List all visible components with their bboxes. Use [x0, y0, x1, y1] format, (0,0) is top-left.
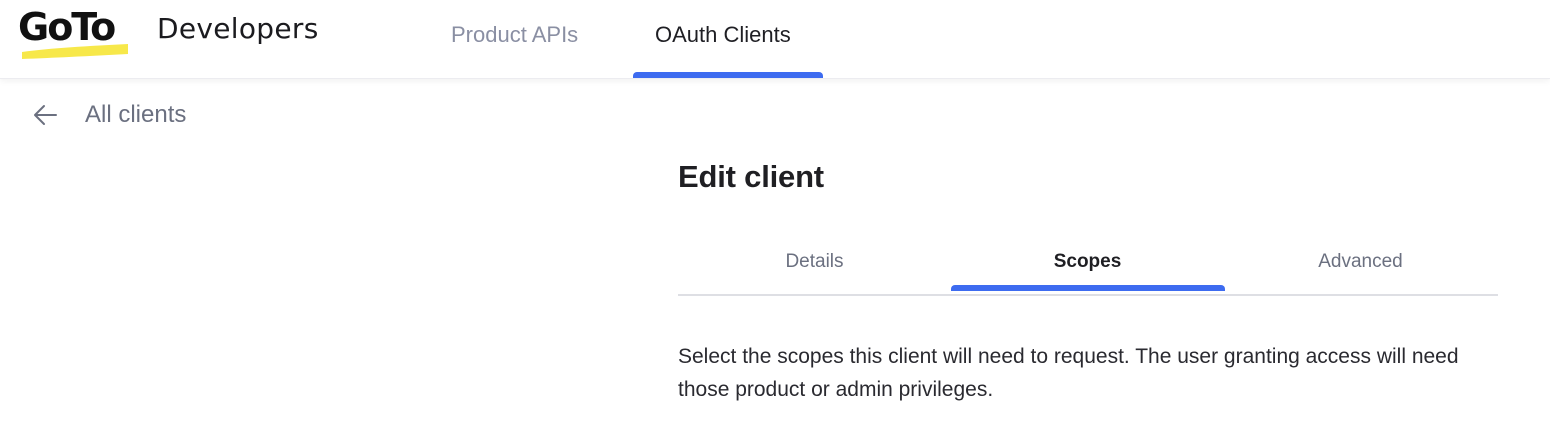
nav-product-apis[interactable]: Product APIs: [451, 20, 578, 50]
logo-wordmark: GoTo: [18, 5, 116, 49]
goto-logo[interactable]: GoTo: [18, 4, 136, 66]
tab-details[interactable]: Details: [678, 248, 951, 276]
edit-client-tabs: Details Scopes Advanced: [678, 242, 1498, 296]
back-link-label: All clients: [85, 101, 187, 128]
tab-advanced[interactable]: Advanced: [1224, 248, 1497, 276]
scopes-description: Select the scopes this client will need …: [678, 345, 1459, 401]
tab-active-indicator: [951, 285, 1225, 291]
top-navigation-bar: GoTo Developers Product APIs OAuth Clien…: [0, 0, 1550, 79]
brand-title: Developers: [157, 12, 319, 45]
nav-oauth-clients[interactable]: OAuth Clients: [655, 20, 791, 50]
back-to-all-clients-link[interactable]: All clients: [32, 96, 186, 134]
arrow-left-icon: [34, 105, 57, 125]
nav-active-indicator: [633, 72, 823, 78]
tab-scopes[interactable]: Scopes: [951, 248, 1224, 276]
page-title: Edit client: [678, 159, 824, 194]
